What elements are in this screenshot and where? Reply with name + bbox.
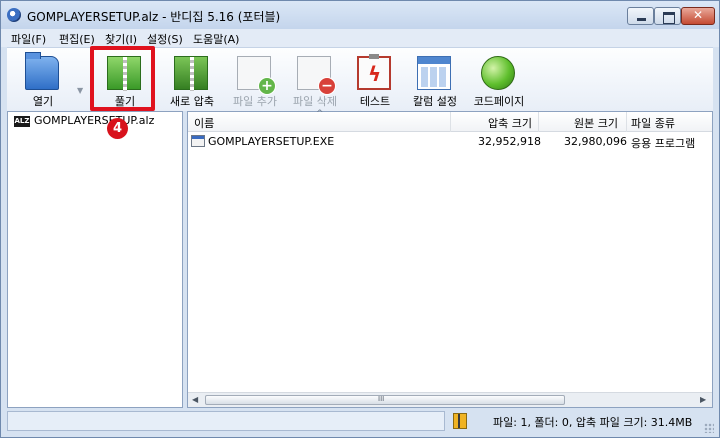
scroll-thumb[interactable]: III [205,395,565,405]
column-divider[interactable] [450,112,451,132]
minimize-button[interactable] [627,7,654,25]
new-archive-button[interactable]: 새로 압축 [162,48,222,110]
title-bar: GOMPLAYERSETUP.alz - 반디집 5.16 (포터블) [1,1,719,29]
menu-file[interactable]: 파일(F) [11,31,46,47]
archive-icon: ALZ [14,116,30,127]
file-list[interactable]: 이름 ^ 압축 크기 원본 크기 파일 종류 GOMPLAYERSETUP.EX… [187,109,713,408]
maximize-button[interactable] [654,7,681,25]
column-header-name[interactable]: 이름 [194,115,214,131]
status-panel-empty [7,411,445,431]
test-label: 테스트 [359,95,391,108]
new-archive-icon [174,56,208,91]
app-window: GOMPLAYERSETUP.alz - 반디집 5.16 (포터블) 파일(F… [0,0,720,438]
close-button[interactable] [681,7,715,25]
table-row[interactable]: GOMPLAYERSETUP.EXE 32,952,918 32,980,096… [188,132,712,150]
delete-file-button[interactable]: − 파일 삭제 [285,48,345,110]
add-file-button[interactable]: + 파일 추가 [225,48,285,110]
column-header-type[interactable]: 파일 종류 [631,115,675,131]
column-settings-button[interactable]: 칼럼 설정 [405,48,465,110]
delete-file-label: 파일 삭제 [293,95,337,108]
tree-item-label: GOMPLAYERSETUP.alz [34,114,155,127]
scroll-left-icon[interactable]: ◀ [192,395,198,404]
homepage-icon [481,56,515,90]
window-title: GOMPLAYERSETUP.alz - 반디집 5.16 (포터블) [27,10,281,24]
resize-grip-icon[interactable] [704,423,714,433]
open-label: 열기 [32,95,54,108]
test-icon: ϟ [357,54,391,90]
column-header-original[interactable]: 원본 크기 [574,115,618,131]
add-file-icon: + [237,56,276,95]
column-divider[interactable] [538,112,539,132]
folder-tree[interactable]: ALZ GOMPLAYERSETUP.alz [7,111,183,408]
column-header-compressed[interactable]: 압축 크기 [488,115,532,131]
new-archive-label: 새로 압축 [170,95,214,108]
compressed-size: 32,952,918 [478,135,541,148]
column-divider[interactable] [626,112,627,132]
column-settings-label: 칼럼 설정 [413,95,457,108]
horizontal-scrollbar[interactable]: ◀ III ▶ [188,392,712,407]
status-text: 파일: 1, 폴더: 0, 압축 파일 크기: 31.4MB [493,416,693,429]
menu-bar: 파일(F) 편집(E) 찾기(I) 설정(S) 도움말(A) [1,29,719,47]
add-file-label: 파일 추가 [233,95,277,108]
open-folder-icon [25,52,59,90]
sort-ascending-icon: ^ [316,109,324,119]
file-name: GOMPLAYERSETUP.EXE [208,135,335,148]
delete-file-icon: − [297,56,336,95]
tree-item-archive[interactable]: ALZ GOMPLAYERSETUP.alz [12,114,182,130]
homepage-button[interactable]: 코드페이지 [469,48,529,110]
column-settings-icon [417,56,451,90]
menu-find[interactable]: 찾기(I) [105,31,137,47]
archive-status-icon [453,413,467,429]
list-header: 이름 ^ 압축 크기 원본 크기 파일 종류 [188,109,712,132]
scroll-grip: III [378,395,385,403]
open-button[interactable]: 열기 [13,48,73,110]
status-bar: 파일: 1, 폴더: 0, 압축 파일 크기: 31.4MB [1,408,719,437]
original-size: 32,980,096 [564,135,627,148]
step-badge: 4 [107,118,128,139]
extract-highlight-box [90,46,155,111]
file-type: 응용 프로그램 [631,137,696,150]
open-dropdown-icon[interactable]: ▼ [77,86,83,95]
app-icon[interactable] [7,8,21,22]
menu-edit[interactable]: 편집(E) [59,31,95,47]
scroll-right-icon[interactable]: ▶ [700,395,706,404]
homepage-label: 코드페이지 [473,95,525,108]
test-button[interactable]: ϟ 테스트 [345,48,405,110]
menu-help[interactable]: 도움말(A) [193,31,239,47]
menu-settings[interactable]: 설정(S) [147,31,183,47]
executable-file-icon [191,135,205,147]
